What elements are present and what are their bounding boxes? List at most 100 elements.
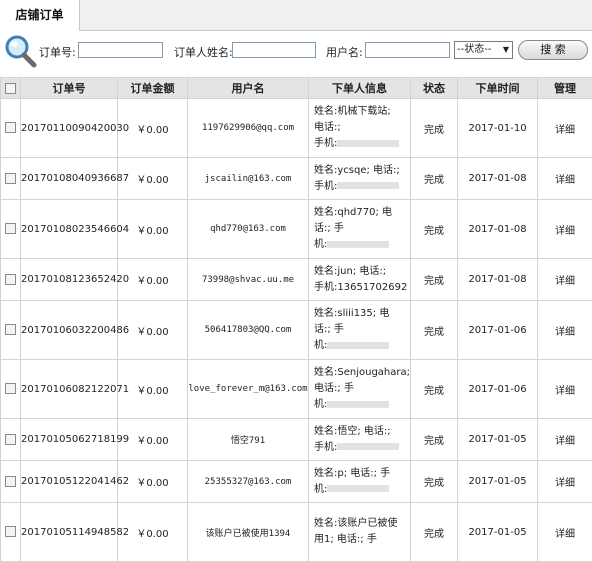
row-checkbox-cell: [1, 503, 21, 562]
detail-link[interactable]: 详细: [538, 503, 592, 562]
search-button[interactable]: 搜 索: [518, 40, 588, 60]
orders-table-body: 20170110090420030￥0.001197629906@qq.com姓…: [1, 99, 592, 562]
row-checkbox[interactable]: [5, 173, 16, 184]
table-row: 20170105062718199￥0.00悟空791姓名:悟空; 电话:;手机…: [1, 419, 592, 461]
order-time-cell: 2017-01-06: [458, 301, 538, 360]
select-all-checkbox[interactable]: [5, 83, 16, 94]
order-no-cell: 20170105122041462: [21, 461, 118, 503]
row-checkbox-cell: [1, 360, 21, 419]
order-time-cell: 2017-01-05: [458, 419, 538, 461]
buyer-info-line: 姓名:该账户已被使: [314, 516, 410, 532]
detail-link[interactable]: 详细: [538, 419, 592, 461]
detail-link[interactable]: 详细: [538, 200, 592, 259]
row-checkbox-cell: [1, 259, 21, 301]
buyer-info-line: 手机:: [314, 440, 410, 456]
status-cell: 完成: [411, 419, 458, 461]
search-bar: 订单号: 订单人姓名: 用户名: --状态-- ▼ 搜 索: [0, 31, 592, 69]
username-cell: 该账户已被使用1394: [188, 503, 309, 562]
row-checkbox[interactable]: [5, 434, 16, 445]
buyer-info-line: 用1; 电话:; 手: [314, 532, 410, 548]
buyer-name-label: 订单人姓名:: [174, 44, 233, 60]
username-cell: 1197629906@qq.com: [188, 99, 309, 158]
detail-link[interactable]: 详细: [538, 461, 592, 503]
buyer-info-line: 电话:;: [314, 120, 410, 136]
header-order-time: 下单时间: [458, 78, 538, 99]
status-cell: 完成: [411, 200, 458, 259]
row-checkbox[interactable]: [5, 122, 16, 133]
buyer-name-input[interactable]: [232, 42, 316, 58]
username-cell: 506417803@QQ.com: [188, 301, 309, 360]
table-row: 20170108023546604￥0.00qhd770@163.com姓名:q…: [1, 200, 592, 259]
order-time-cell: 2017-01-08: [458, 259, 538, 301]
order-no-cell: 20170106082122071: [21, 360, 118, 419]
tab-store-orders[interactable]: 店铺订单: [0, 0, 80, 31]
row-checkbox[interactable]: [5, 476, 16, 487]
order-time-cell: 2017-01-08: [458, 200, 538, 259]
order-no-cell: 20170110090420030: [21, 99, 118, 158]
header-status: 状态: [411, 78, 458, 99]
username-input[interactable]: [365, 42, 450, 58]
detail-link[interactable]: 详细: [538, 158, 592, 200]
username-cell: love_forever_m@163.com: [188, 360, 309, 419]
buyer-info-line: 机:: [314, 397, 410, 413]
buyer-info-line: 话:; 手: [314, 322, 410, 338]
detail-link[interactable]: 详细: [538, 99, 592, 158]
order-time-cell: 2017-01-05: [458, 461, 538, 503]
username-cell: 25355327@163.com: [188, 461, 309, 503]
buyer-info-line: 手机:: [314, 136, 410, 152]
username-cell: jscailin@163.com: [188, 158, 309, 200]
header-checkbox-cell: [1, 78, 21, 99]
order-no-cell: 20170105062718199: [21, 419, 118, 461]
buyer-info-line: 机:: [314, 237, 410, 253]
buyer-info-cell: 姓名:Senjougahara;电话:; 手机:: [309, 360, 411, 419]
redacted-phone: [327, 342, 389, 349]
buyer-info-line: 姓名:p; 电话:; 手: [314, 466, 410, 482]
row-checkbox-cell: [1, 301, 21, 360]
row-checkbox[interactable]: [5, 274, 16, 285]
buyer-info-line: 机:: [314, 338, 410, 354]
order-no-input[interactable]: [78, 42, 163, 58]
row-checkbox[interactable]: [5, 223, 16, 234]
order-no-cell: 20170108123652420: [21, 259, 118, 301]
order-time-cell: 2017-01-05: [458, 503, 538, 562]
buyer-info-line: 姓名:ycsqe; 电话:;: [314, 163, 410, 179]
redacted-phone: [337, 443, 399, 450]
table-row: 20170106032200486￥0.00506417803@QQ.com姓名…: [1, 301, 592, 360]
order-no-cell: 20170106032200486: [21, 301, 118, 360]
buyer-info-cell: 姓名:jun; 电话:;手机:13651702692: [309, 259, 411, 301]
header-amount: 订单金额: [118, 78, 188, 99]
chevron-down-icon: ▼: [503, 42, 509, 58]
table-header-row: 订单号 订单金额 用户名 下单人信息 状态 下单时间 管理: [1, 78, 592, 99]
detail-link[interactable]: 详细: [538, 360, 592, 419]
order-time-cell: 2017-01-10: [458, 99, 538, 158]
row-checkbox-cell: [1, 99, 21, 158]
redacted-phone: [327, 485, 389, 492]
table-row: 20170105122041462￥0.0025355327@163.com姓名…: [1, 461, 592, 503]
row-checkbox-cell: [1, 200, 21, 259]
order-time-cell: 2017-01-06: [458, 360, 538, 419]
row-checkbox[interactable]: [5, 324, 16, 335]
status-cell: 完成: [411, 360, 458, 419]
row-checkbox[interactable]: [5, 526, 16, 537]
buyer-info-line: 机:: [314, 482, 410, 498]
table-row: 20170105114948582￥0.00该账户已被使用1394姓名:该账户已…: [1, 503, 592, 562]
buyer-info-line: 手机:13651702692: [314, 280, 410, 296]
buyer-info-cell: 姓名:p; 电话:; 手机:: [309, 461, 411, 503]
buyer-info-cell: 姓名:该账户已被使用1; 电话:; 手: [309, 503, 411, 562]
order-no-cell: 20170105114948582: [21, 503, 118, 562]
status-select[interactable]: --状态-- ▼: [454, 41, 513, 59]
buyer-info-line: 姓名:sliii135; 电: [314, 306, 410, 322]
username-cell: 悟空791: [188, 419, 309, 461]
detail-link[interactable]: 详细: [538, 259, 592, 301]
buyer-info-line: 姓名:Senjougahara;: [314, 365, 410, 381]
redacted-phone: [337, 140, 399, 147]
row-checkbox[interactable]: [5, 383, 16, 394]
table-row: 20170108040936687￥0.00jscailin@163.com姓名…: [1, 158, 592, 200]
buyer-info-line: 话:; 手: [314, 221, 410, 237]
status-select-value: --状态--: [457, 44, 491, 55]
detail-link[interactable]: 详细: [538, 301, 592, 360]
order-no-label: 订单号:: [39, 44, 76, 60]
table-row: 20170108123652420￥0.0073998@shvac.uu.me姓…: [1, 259, 592, 301]
header-buyer-info: 下单人信息: [309, 78, 411, 99]
header-manage: 管理: [538, 78, 592, 99]
